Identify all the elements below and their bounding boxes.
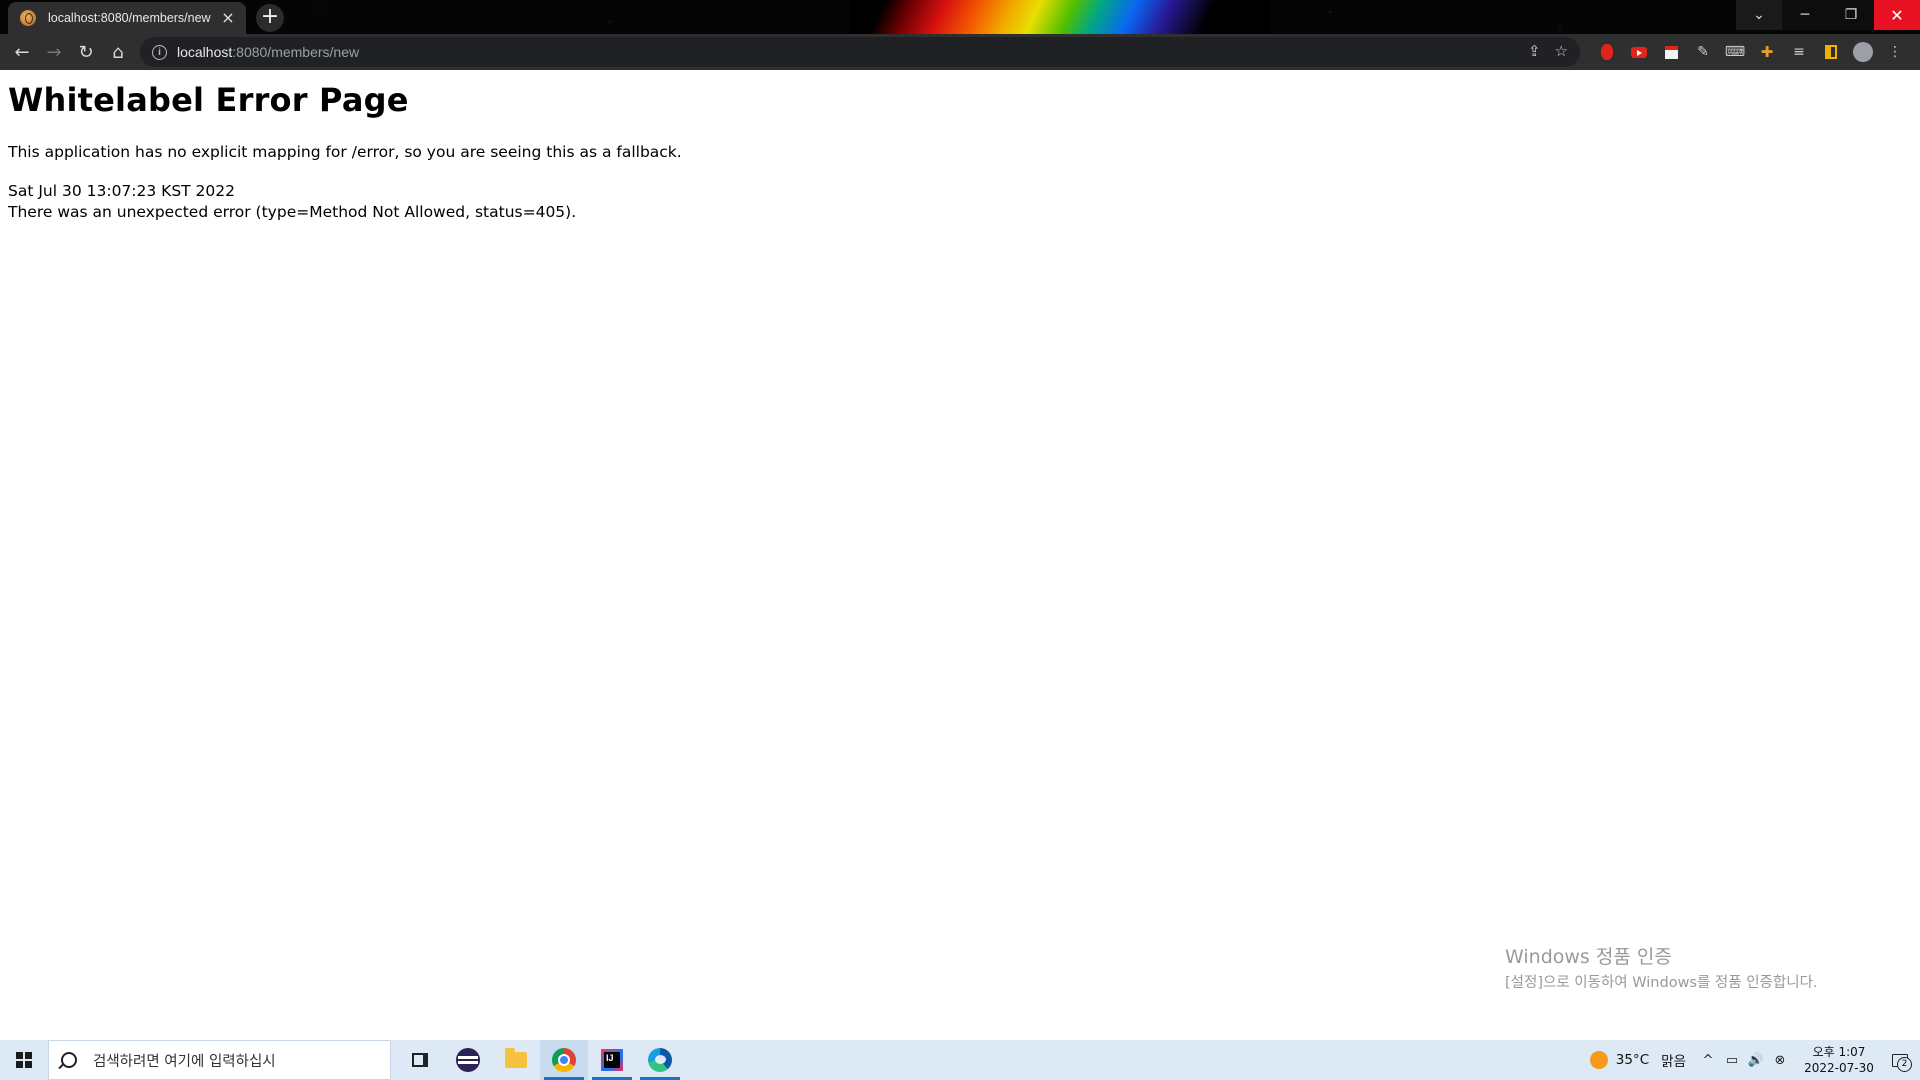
bookmark-star-icon[interactable]: ☆ bbox=[1555, 42, 1568, 60]
system-tray: 35°C 맑음 ^ ▭ 🔊 ⊗ 오후 1:07 2022-07-30 2 bbox=[1589, 1040, 1920, 1080]
tray-overflow-chevron-icon[interactable]: ^ bbox=[1696, 1053, 1720, 1068]
new-tab-button[interactable]: + bbox=[256, 4, 284, 32]
url-host: localhost bbox=[177, 44, 233, 60]
extension-card-icon[interactable] bbox=[1660, 41, 1682, 63]
eclipse-icon bbox=[456, 1048, 480, 1072]
search-icon bbox=[61, 1052, 77, 1068]
weather-condition: 맑음 bbox=[1661, 1054, 1686, 1070]
windows-logo-icon bbox=[16, 1052, 32, 1068]
search-placeholder: 검색하려면 여기에 입력하십시 bbox=[93, 1053, 276, 1070]
forward-button[interactable]: → bbox=[38, 36, 70, 68]
volume-icon[interactable]: 🔊 bbox=[1744, 1053, 1768, 1068]
error-details: Sat Jul 30 13:07:23 KST 2022 There was a… bbox=[8, 181, 682, 223]
error-timestamp: Sat Jul 30 13:07:23 KST 2022 bbox=[8, 182, 236, 200]
taskbar: 검색하려면 여기에 입력하십시 35°C 맑음 ^ ▭ 🔊 ⊗ 오후 1:07 … bbox=[0, 1040, 1920, 1080]
home-button[interactable]: ⌂ bbox=[102, 36, 134, 68]
tab-strip: localhost:8080/members/new × + ⌄ ─ ❐ ✕ bbox=[0, 0, 1920, 34]
weather-widget[interactable]: 35°C 맑음 bbox=[1589, 1050, 1686, 1070]
taskbar-intellij[interactable] bbox=[588, 1040, 636, 1080]
close-window-button[interactable]: ✕ bbox=[1874, 0, 1920, 30]
clock-time: 오후 1:07 bbox=[1812, 1045, 1866, 1059]
windows-activation-watermark: Windows 정품 인증 [설정]으로 이동하여 Windows를 정품 인증… bbox=[1505, 942, 1818, 992]
browser-toolbar: ← → ↻ ⌂ i localhost:8080/members/new ⇪ ☆… bbox=[0, 34, 1920, 70]
extension-red-icon[interactable] bbox=[1596, 41, 1618, 63]
pen-extension-icon[interactable]: ✎ bbox=[1692, 41, 1714, 63]
address-bar[interactable]: i localhost:8080/members/new ⇪ ☆ bbox=[140, 37, 1580, 67]
url-path: :8080/members/new bbox=[232, 44, 360, 60]
tab-active[interactable]: localhost:8080/members/new × bbox=[8, 2, 246, 34]
ime-icon[interactable]: ⊗ bbox=[1768, 1053, 1792, 1068]
network-icon[interactable]: ▭ bbox=[1720, 1053, 1744, 1068]
intellij-icon bbox=[601, 1049, 623, 1071]
window-controls: ⌄ ─ ❐ ✕ bbox=[1736, 0, 1920, 30]
extensions-puzzle-icon[interactable]: ✚ bbox=[1756, 41, 1778, 63]
youtube-extension-icon[interactable] bbox=[1628, 41, 1650, 63]
clock-date: 2022-07-30 bbox=[1804, 1061, 1874, 1075]
taskbar-edge[interactable] bbox=[636, 1040, 684, 1080]
start-button[interactable] bbox=[0, 1040, 48, 1080]
chrome-icon bbox=[552, 1048, 576, 1072]
tab-title: localhost:8080/members/new bbox=[48, 11, 211, 25]
activation-subtitle: [설정]으로 이동하여 Windows를 정품 인증합니다. bbox=[1505, 975, 1818, 991]
task-view-button[interactable] bbox=[396, 1040, 444, 1080]
edge-icon bbox=[648, 1048, 672, 1072]
fallback-message: This application has no explicit mapping… bbox=[8, 143, 682, 161]
error-message: There was an unexpected error (type=Meth… bbox=[8, 203, 577, 221]
globe-icon bbox=[20, 10, 36, 26]
taskbar-apps bbox=[396, 1040, 684, 1080]
reload-button[interactable]: ↻ bbox=[70, 36, 102, 68]
side-panel-icon[interactable] bbox=[1820, 41, 1842, 63]
activation-title: Windows 정품 인증 bbox=[1505, 946, 1672, 968]
extensions-area: ✎ ⌨ ✚ ≡ ⋮ bbox=[1596, 37, 1906, 67]
keyboard-extension-icon[interactable]: ⌨ bbox=[1724, 41, 1746, 63]
taskbar-search[interactable]: 검색하려면 여기에 입력하십시 bbox=[48, 1040, 391, 1080]
tab-search-button[interactable]: ⌄ bbox=[1736, 0, 1782, 30]
site-info-icon[interactable]: i bbox=[152, 44, 167, 60]
restore-button[interactable]: ❐ bbox=[1828, 0, 1874, 30]
tab-close-icon[interactable]: × bbox=[220, 10, 236, 26]
share-icon[interactable]: ⇪ bbox=[1528, 42, 1541, 60]
taskbar-file-explorer[interactable] bbox=[492, 1040, 540, 1080]
task-view-icon bbox=[412, 1053, 428, 1067]
browser-menu-icon[interactable]: ⋮ bbox=[1884, 41, 1906, 63]
taskbar-clock[interactable]: 오후 1:07 2022-07-30 bbox=[1798, 1044, 1880, 1076]
sun-icon bbox=[1589, 1051, 1608, 1069]
minimize-button[interactable]: ─ bbox=[1782, 0, 1828, 30]
profile-avatar[interactable] bbox=[1852, 41, 1874, 63]
weather-temp: 35°C bbox=[1615, 1052, 1650, 1068]
folder-icon bbox=[505, 1048, 527, 1068]
page-content: Whitelabel Error Page This application h… bbox=[8, 70, 682, 223]
reading-list-icon[interactable]: ≡ bbox=[1788, 41, 1810, 63]
taskbar-eclipse[interactable] bbox=[444, 1040, 492, 1080]
page-title: Whitelabel Error Page bbox=[8, 81, 409, 119]
notification-center-button[interactable]: 2 bbox=[1880, 1040, 1920, 1080]
notification-count: 2 bbox=[1897, 1057, 1912, 1072]
back-button[interactable]: ← bbox=[6, 36, 38, 68]
taskbar-chrome[interactable] bbox=[540, 1040, 588, 1080]
